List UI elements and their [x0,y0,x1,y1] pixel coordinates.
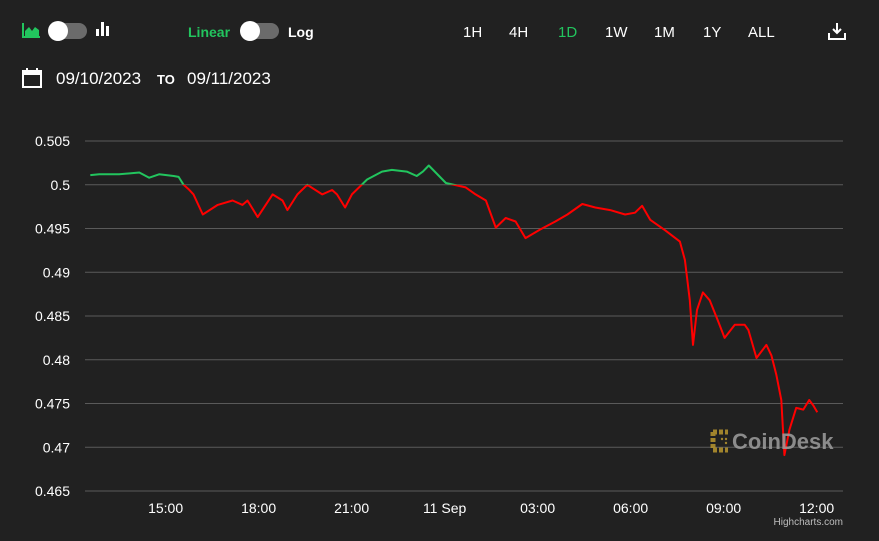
y-tick-label: 0.485 [35,308,70,324]
x-tick-label: 06:00 [613,500,648,516]
x-tick-label: 11 Sep [423,500,467,516]
coindesk-watermark: CoinDesk [710,429,833,455]
x-tick-label: 15:00 [148,500,183,516]
watermark-text: CoinDesk [732,429,834,454]
price-chart[interactable]: 0.505 0.5 0.495 0.49 0.485 0.48 0.475 0.47 0.465… [0,0,879,541]
x-tick-label: 09:00 [706,500,741,516]
y-tick-label: 0.48 [43,352,70,368]
x-tick-label: 03:00 [520,500,555,516]
price-line-down [182,184,819,457]
x-tick-label: 21:00 [334,500,369,516]
y-tick-label: 0.465 [35,483,70,499]
y-tick-label: 0.49 [43,264,70,280]
y-tick-label: 0.505 [35,133,70,149]
x-tick-label: 18:00 [241,500,276,516]
y-tick-label: 0.5 [51,177,71,193]
highcharts-credit[interactable]: Highcharts.com [774,517,843,528]
y-tick-label: 0.475 [35,396,70,412]
x-tick-label: 12:00 [799,500,834,516]
y-tick-label: 0.495 [35,221,70,237]
y-tick-label: 0.47 [43,439,70,455]
coindesk-logo-icon [710,429,728,453]
